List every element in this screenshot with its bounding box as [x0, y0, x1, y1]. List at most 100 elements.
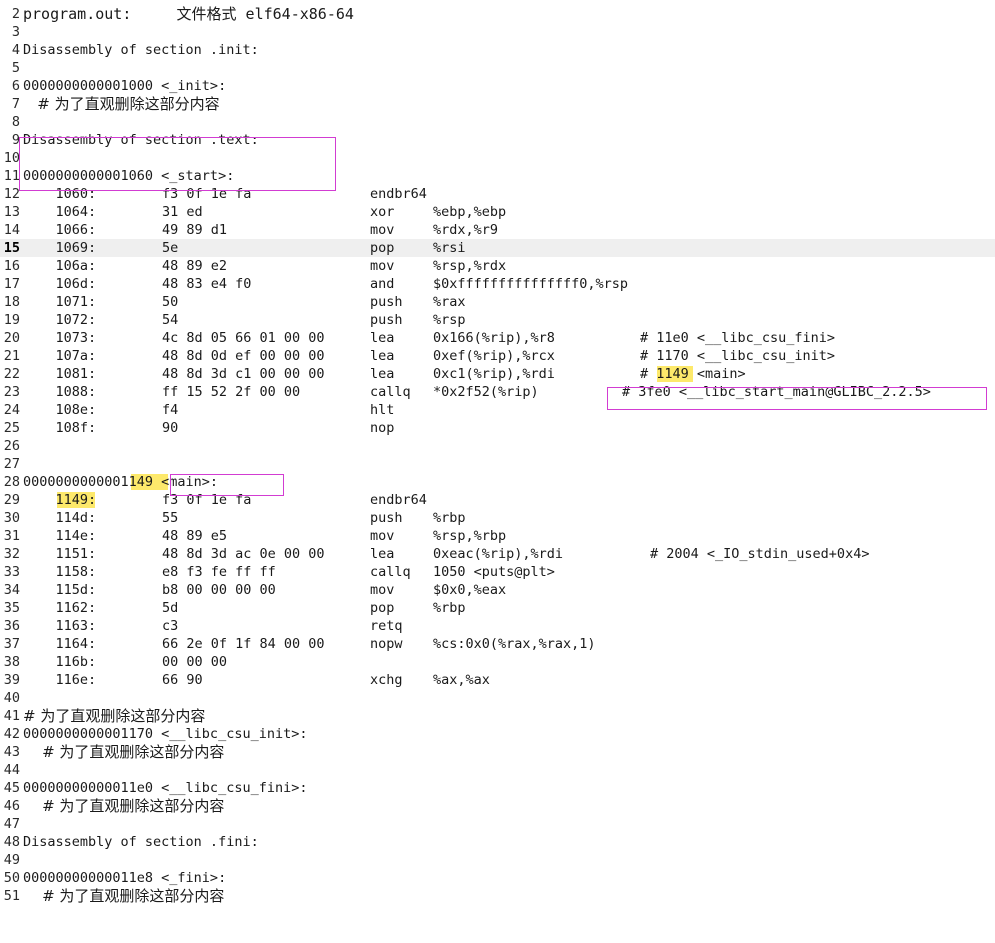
editor-line[interactable]: 6 0000000000001000 <_init>:	[0, 77, 995, 95]
editor-line[interactable]: 29 1149: f3 0f 1e fa endbr64	[0, 491, 995, 509]
line-number: 12	[3, 186, 20, 202]
line-number: 30	[3, 510, 20, 526]
line-number: 11	[3, 168, 20, 184]
editor-line[interactable]: 26	[0, 437, 995, 455]
instruction-address: 1073:	[23, 330, 97, 346]
line-text: 00000000000011e0 <__libc_csu_fini>:	[23, 780, 308, 796]
editor-line[interactable]: 20 1073: 4c 8d 05 66 01 00 00 lea 0x166(%ri…	[0, 329, 995, 347]
instruction-mnemonic: endbr64	[370, 186, 427, 202]
instruction-address: 106a:	[23, 258, 97, 274]
editor-line[interactable]: 43 # 为了直观删除这部分内容	[0, 743, 995, 761]
editor-line[interactable]: 17 106d: 48 83 e4 f0 and $0xfffffffffffffff…	[0, 275, 995, 293]
instruction-mnemonic: callq	[370, 564, 411, 580]
editor-line[interactable]: 27	[0, 455, 995, 473]
editor-line[interactable]: 34 115d: b8 00 00 00 00 mov $0x0,%eax	[0, 581, 995, 599]
line-number: 39	[3, 672, 20, 688]
instruction-bytes: 48 89 e5	[162, 528, 228, 544]
line-number: 43	[3, 744, 20, 760]
editor-line[interactable]: 31 114e: 48 89 e5 mov %rsp,%rbp	[0, 527, 995, 545]
instruction-bytes: 90	[162, 420, 179, 436]
editor-line[interactable]: 32 1151: 48 8d 3d ac 0e 00 00 lea 0xeac(%ri…	[0, 545, 995, 563]
editor-line[interactable]: 10	[0, 149, 995, 167]
editor-line[interactable]: 4 Disassembly of section .init:	[0, 41, 995, 59]
line-number: 28	[3, 474, 20, 490]
editor-line[interactable]: 38 116b: 00 00 00	[0, 653, 995, 671]
instruction-mnemonic: mov	[370, 258, 395, 274]
editor-line[interactable]: 14 1066: 49 89 d1 mov %rdx,%r9	[0, 221, 995, 239]
editor-line[interactable]: 42 0000000000001170 <__libc_csu_init>:	[0, 725, 995, 743]
line-number: 25	[3, 420, 20, 436]
editor-line[interactable]: 13 1064: 31 ed xor %ebp,%ebp	[0, 203, 995, 221]
editor-line[interactable]: 11 0000000000001060 <_start>:	[0, 167, 995, 185]
editor-line[interactable]: 30 114d: 55 push %rbp	[0, 509, 995, 527]
editor-line[interactable]: 48 Disassembly of section .fini:	[0, 833, 995, 851]
editor-line[interactable]: 46 # 为了直观删除这部分内容	[0, 797, 995, 815]
instruction-mnemonic: nopw	[370, 636, 403, 652]
editor-line[interactable]: 16 106a: 48 89 e2 mov %rsp,%rdx	[0, 257, 995, 275]
editor-line[interactable]: 12 1060: f3 0f 1e fa endbr64	[0, 185, 995, 203]
instruction-mnemonic: endbr64	[370, 492, 427, 508]
editor-line[interactable]: 51 # 为了直观删除这部分内容	[0, 887, 995, 905]
editor-line[interactable]: 36 1163: c3 retq	[0, 617, 995, 635]
instruction-bytes: f4	[162, 402, 179, 418]
text-editor[interactable]: 2 program.out: 文件格式 elf64-x86-64 3 4 Disasse…	[0, 0, 995, 943]
line-number: 42	[3, 726, 20, 742]
editor-line[interactable]: 3	[0, 23, 995, 41]
editor-line[interactable]: 49	[0, 851, 995, 869]
editor-line[interactable]: 35 1162: 5d pop %rbp	[0, 599, 995, 617]
line-number: 51	[3, 888, 20, 904]
editor-line[interactable]: 15 1069: 5e pop %rsi	[0, 239, 995, 257]
editor-line[interactable]: 41 # 为了直观删除这部分内容	[0, 707, 995, 725]
editor-line[interactable]: 9 Disassembly of section .text:	[0, 131, 995, 149]
editor-line[interactable]: 47	[0, 815, 995, 833]
instruction-address: 116e:	[23, 672, 97, 688]
editor-line[interactable]: 24 108e: f4 hlt	[0, 401, 995, 419]
instruction-comment: # 3fe0 <__libc_start_main@GLIBC_2.2.5>	[622, 384, 931, 400]
editor-line[interactable]: 50 00000000000011e8 <_fini>:	[0, 869, 995, 887]
editor-line[interactable]: 25 108f: 90 nop	[0, 419, 995, 437]
editor-line[interactable]: 18 1071: 50 push %rax	[0, 293, 995, 311]
instruction-bytes: e8 f3 fe ff ff	[162, 564, 276, 580]
editor-line[interactable]: 22 1081: 48 8d 3d c1 00 00 00 lea 0xc1(%rip…	[0, 365, 995, 383]
editor-line[interactable]: 28 0000000000001149 <main>:	[0, 473, 995, 491]
instruction-comment: # 1149 <main>	[640, 366, 746, 382]
editor-line[interactable]: 33 1158: e8 f3 fe ff ff callq 1050 <puts@pl…	[0, 563, 995, 581]
line-number: 50	[3, 870, 20, 886]
editor-line[interactable]: 45 00000000000011e0 <__libc_csu_fini>:	[0, 779, 995, 797]
instruction-operands: *0x2f52(%rip)	[433, 384, 539, 400]
instruction-operands: 0xeac(%rip),%rdi	[433, 546, 564, 562]
line-number: 14	[3, 222, 20, 238]
line-number: 46	[3, 798, 20, 814]
line-number: 3	[11, 24, 20, 40]
editor-line[interactable]: 2 program.out: 文件格式 elf64-x86-64	[0, 5, 995, 23]
editor-line[interactable]: 39 116e: 66 90 xchg %ax,%ax	[0, 671, 995, 689]
instruction-address: 1151:	[23, 546, 97, 562]
editor-line[interactable]: 44	[0, 761, 995, 779]
editor-line[interactable]: 21 107a: 48 8d 0d ef 00 00 00 lea 0xef(%rip…	[0, 347, 995, 365]
instruction-address: 108e:	[23, 402, 97, 418]
editor-line[interactable]: 7 # 为了直观删除这部分内容	[0, 95, 995, 113]
instruction-mnemonic: pop	[370, 240, 395, 256]
editor-line[interactable]: 40	[0, 689, 995, 707]
instruction-address: 1088:	[23, 384, 97, 400]
instruction-operands: %rbp	[433, 510, 466, 526]
editor-line[interactable]: 37 1164: 66 2e 0f 1f 84 00 00 nopw %cs:0x0(…	[0, 635, 995, 653]
instruction-address: 1081:	[23, 366, 97, 382]
line-number: 19	[3, 312, 20, 328]
instruction-mnemonic: mov	[370, 582, 395, 598]
editor-line[interactable]: 5	[0, 59, 995, 77]
line-number: 41	[3, 708, 20, 724]
line-number: 35	[3, 600, 20, 616]
line-number: 40	[3, 690, 20, 706]
line-number: 38	[3, 654, 20, 670]
instruction-bytes: 48 8d 3d ac 0e 00 00	[162, 546, 325, 562]
instruction-operands: 0x166(%rip),%r8	[433, 330, 555, 346]
editor-line[interactable]: 8	[0, 113, 995, 131]
line-text: 0000000000001149 <main>:	[23, 474, 219, 490]
editor-line[interactable]: 23 1088: ff 15 52 2f 00 00 callq *0x2f52(%r…	[0, 383, 995, 401]
line-number: 18	[3, 294, 20, 310]
editor-line[interactable]: 19 1072: 54 push %rsp	[0, 311, 995, 329]
instruction-operands: %ebp,%ebp	[433, 204, 507, 220]
instruction-mnemonic: xor	[370, 204, 395, 220]
instruction-comment: # 1170 <__libc_csu_init>	[640, 348, 836, 364]
